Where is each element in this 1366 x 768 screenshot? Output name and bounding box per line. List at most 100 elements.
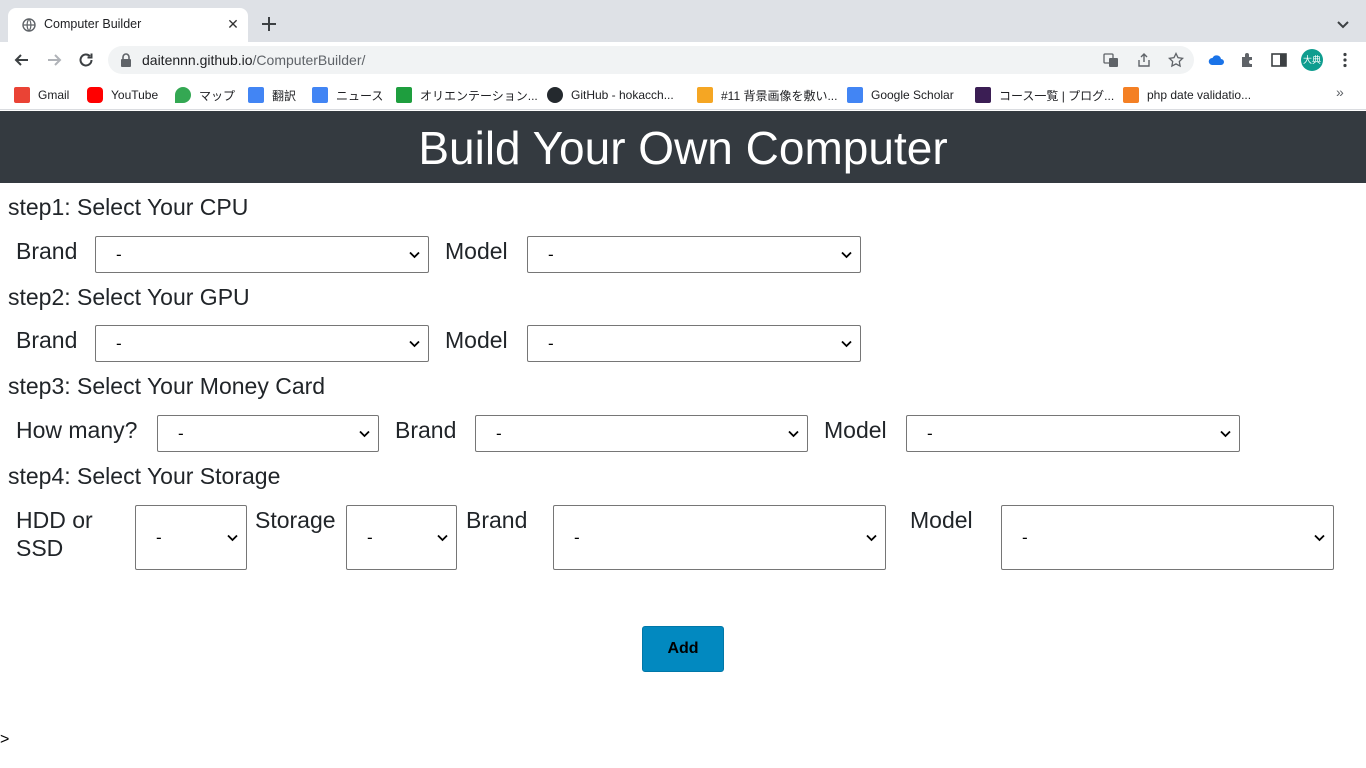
memory-model-value: - [927, 424, 933, 443]
memory-brand-select[interactable]: - [475, 415, 808, 452]
bookmark-label: 翻訳 [272, 88, 297, 103]
url-host: daitennn.github.io [142, 52, 253, 68]
back-icon[interactable] [12, 50, 32, 70]
browser-toolbar: daitennn.github.io/ComputerBuilder/ 大典 [0, 42, 1366, 78]
chevron-down-icon [1314, 534, 1325, 541]
menu-kebab-icon[interactable] [1336, 51, 1354, 69]
more-bookmarks-icon[interactable]: » [1336, 84, 1344, 100]
bookmark-stackoverflow[interactable]: php date validatio... [1123, 86, 1251, 104]
extensions-icon[interactable] [1239, 51, 1257, 69]
step-gpu-title: step2: Select Your GPU [8, 284, 250, 310]
cpu-model-select[interactable]: - [527, 236, 861, 273]
memory-count-select[interactable]: - [157, 415, 379, 452]
scholar-icon [847, 87, 863, 103]
cloud-icon[interactable] [1207, 51, 1225, 69]
bookmarks-bar: Gmail YouTube マップ 翻訳 ニュース オリエンテーション... G… [0, 78, 1366, 110]
new-tab-icon[interactable] [258, 13, 280, 35]
bookmark-label: YouTube [111, 88, 159, 102]
bookmark-maps[interactable]: マップ [175, 86, 235, 104]
forward-icon[interactable] [44, 50, 64, 70]
storage-brand-value: - [574, 528, 580, 547]
bookmark-google-scholar[interactable]: Google Scholar [847, 86, 954, 104]
storage-type-select[interactable]: - [135, 505, 247, 570]
chevron-down-icon [409, 340, 420, 347]
lock-icon [121, 53, 131, 67]
storage-type-value: - [156, 528, 162, 547]
globe-icon [22, 18, 36, 32]
bookmark-label: マップ [199, 88, 236, 103]
memory-brand-label: Brand [395, 417, 457, 443]
tab-strip: Computer Builder ✕ [0, 0, 1366, 42]
storage-size-select[interactable]: - [346, 505, 457, 570]
storage-brand-select[interactable]: - [553, 505, 886, 570]
chevron-down-icon [841, 251, 852, 258]
progate-icon [975, 87, 991, 103]
bookmark-youtube[interactable]: YouTube [87, 86, 158, 104]
bookmark-background-image[interactable]: #11 背景画像を敷い... [697, 86, 837, 104]
chevron-down-icon [227, 534, 238, 541]
chevron-down-icon [409, 251, 420, 258]
bookmark-progate[interactable]: コース一覧 | プログ... [975, 86, 1114, 104]
storage-type-label: HDD or SSD [16, 507, 93, 561]
close-tab-icon[interactable]: ✕ [224, 15, 242, 33]
chevron-down-icon [866, 534, 877, 541]
chevron-down-icon [841, 340, 852, 347]
gpu-brand-value: - [116, 334, 122, 353]
add-button[interactable]: Add [642, 626, 724, 672]
orientation-icon [396, 87, 412, 103]
bookmark-label: #11 背景画像を敷い... [721, 88, 838, 103]
storage-model-value: - [1022, 528, 1028, 547]
address-bar[interactable]: daitennn.github.io/ComputerBuilder/ [108, 46, 1194, 74]
bookmark-gmail[interactable]: Gmail [14, 86, 69, 104]
share-icon[interactable] [1136, 52, 1152, 68]
memory-count-value: - [178, 424, 184, 443]
gmail-icon [14, 87, 30, 103]
gpu-model-select[interactable]: - [527, 325, 861, 362]
bookmark-label: オリエンテーション... [420, 88, 538, 103]
maps-icon [175, 87, 191, 103]
bookmark-label: コース一覧 | プログ... [999, 88, 1115, 103]
chevron-down-icon [359, 430, 370, 437]
storage-model-select[interactable]: - [1001, 505, 1334, 570]
bookmark-news[interactable]: ニュース [312, 86, 383, 104]
cpu-brand-select[interactable]: - [95, 236, 429, 273]
chevron-down-icon [437, 534, 448, 541]
bookmark-github[interactable]: GitHub - hokacch... [547, 86, 674, 104]
memory-brand-value: - [496, 424, 502, 443]
memory-model-label: Model [824, 417, 887, 443]
gpu-brand-select[interactable]: - [95, 325, 429, 362]
storage-size-value: - [367, 528, 373, 547]
reload-icon[interactable] [76, 50, 96, 70]
news-icon [312, 87, 328, 103]
github-icon [547, 87, 563, 103]
cpu-model-label: Model [445, 238, 508, 264]
bookmark-label: ニュース [336, 88, 384, 103]
box-icon [697, 87, 713, 103]
bookmark-star-icon[interactable] [1168, 52, 1184, 68]
step-cpu-title: step1: Select Your CPU [8, 194, 249, 220]
gpu-model-label: Model [445, 327, 508, 353]
bookmark-translate[interactable]: 翻訳 [248, 86, 296, 104]
gpu-model-value: - [548, 334, 554, 353]
bookmark-label: Google Scholar [871, 88, 954, 102]
youtube-icon [87, 87, 103, 103]
page-content: Build Your Own Computer step1: Select Yo… [0, 111, 1366, 768]
bookmark-label: Gmail [38, 88, 70, 102]
memory-model-select[interactable]: - [906, 415, 1240, 452]
chevron-down-icon[interactable] [1334, 15, 1352, 33]
browser-tab[interactable]: Computer Builder ✕ [8, 8, 248, 42]
translate-page-icon[interactable] [1103, 52, 1119, 68]
translate-icon [248, 87, 264, 103]
url-path: /ComputerBuilder/ [252, 52, 366, 68]
cpu-model-value: - [548, 245, 554, 264]
side-panel-icon[interactable] [1270, 51, 1288, 69]
profile-avatar[interactable]: 大典 [1301, 49, 1323, 71]
chevron-down-icon [788, 430, 799, 437]
page-header: Build Your Own Computer [0, 111, 1366, 183]
step-memory-title: step3: Select Your Money Card [8, 373, 326, 399]
bookmark-orientation[interactable]: オリエンテーション... [396, 86, 538, 104]
cpu-brand-value: - [116, 245, 122, 264]
bookmark-label: php date validatio... [1147, 88, 1252, 102]
chevron-down-icon [1220, 430, 1231, 437]
storage-brand-label: Brand [466, 507, 528, 533]
